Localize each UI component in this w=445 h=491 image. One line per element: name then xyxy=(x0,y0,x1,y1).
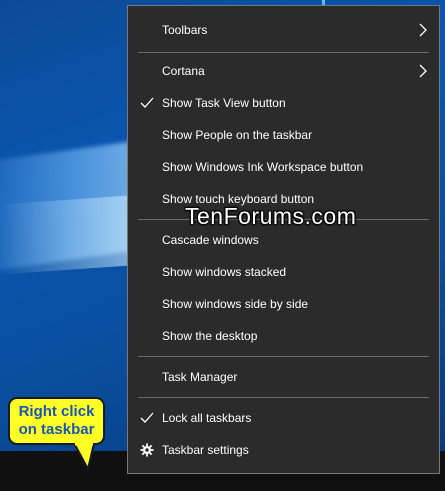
menu-item-label: Cortana xyxy=(162,64,205,78)
menu-item-show-desktop[interactable]: Show the desktop xyxy=(128,321,439,351)
menu-item-label: Show windows side by side xyxy=(162,297,309,311)
menu-item-toolbars[interactable]: Toolbars xyxy=(128,15,439,45)
menu-item-windows-side-by-side[interactable]: Show windows side by side xyxy=(128,289,439,319)
chevron-right-icon xyxy=(419,23,427,37)
checkmark-icon xyxy=(140,412,154,423)
menu-item-cortana[interactable]: Cortana xyxy=(128,56,439,86)
menu-item-label: Show the desktop xyxy=(162,329,258,343)
menu-item-label: Cascade windows xyxy=(162,233,259,247)
menu-item-label: Show windows stacked xyxy=(162,265,287,279)
menu-item-task-manager[interactable]: Task Manager xyxy=(128,362,439,392)
menu-item-label: Lock all taskbars xyxy=(162,411,252,425)
chevron-right-icon xyxy=(419,64,427,78)
menu-item-label: Toolbars xyxy=(162,23,208,37)
callout-line-2: on taskbar xyxy=(18,421,95,438)
menu-item-label: Task Manager xyxy=(162,370,238,384)
menu-item-label: Show People on the taskbar xyxy=(162,128,313,142)
menu-item-show-task-view[interactable]: Show Task View button xyxy=(128,88,439,118)
menu-item-taskbar-settings[interactable]: Taskbar settings xyxy=(128,435,439,465)
menu-separator xyxy=(138,356,429,357)
menu-separator xyxy=(138,52,429,53)
menu-separator xyxy=(138,397,429,398)
menu-item-label: Taskbar settings xyxy=(162,443,249,457)
instruction-callout: Right click on taskbar xyxy=(8,397,105,445)
checkmark-icon xyxy=(140,97,154,108)
menu-item-show-ink-workspace[interactable]: Show Windows Ink Workspace button xyxy=(128,152,439,182)
taskbar-context-menu: Toolbars Cortana Show Task View button S… xyxy=(127,5,440,474)
menu-item-windows-stacked[interactable]: Show windows stacked xyxy=(128,257,439,287)
gear-icon xyxy=(140,443,154,457)
menu-item-show-people[interactable]: Show People on the taskbar xyxy=(128,120,439,150)
light-beam-secondary xyxy=(0,195,130,275)
menu-item-label: Show Task View button xyxy=(162,96,286,110)
callout-line-1: Right click xyxy=(18,403,95,420)
watermark-text: TenForums.com xyxy=(185,203,357,229)
menu-item-label: Show Windows Ink Workspace button xyxy=(162,160,364,174)
menu-item-lock-taskbars[interactable]: Lock all taskbars xyxy=(128,403,439,433)
